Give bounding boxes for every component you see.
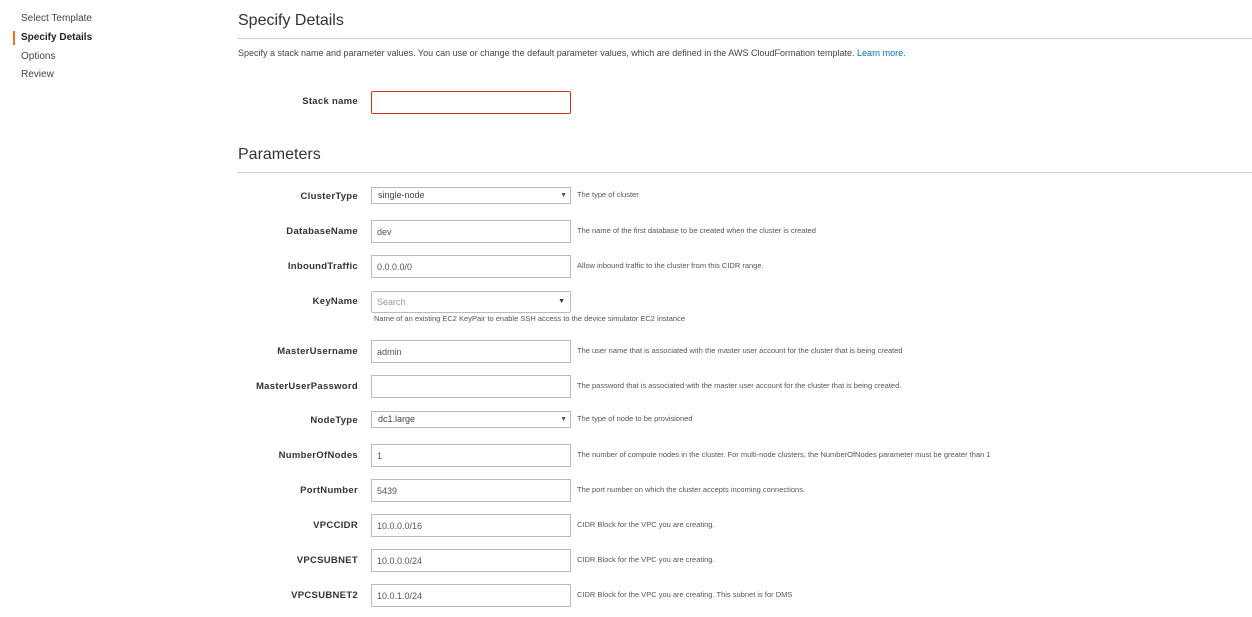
- learn-more-link[interactable]: Learn more.: [857, 48, 906, 58]
- parameters-title: Parameters: [238, 146, 321, 163]
- port-number-field: [371, 479, 571, 502]
- vpc-subnet-label: VPCSUBNET: [296, 555, 358, 566]
- vpc-cidr-input[interactable]: [372, 515, 567, 536]
- key-name-select[interactable]: Search ▼: [371, 291, 571, 313]
- step-select-template[interactable]: Select Template: [21, 13, 92, 25]
- chevron-down-icon: ▼: [558, 298, 565, 305]
- key-name-label: KeyName: [312, 296, 358, 307]
- master-user-password-hint: The password that is associated with the…: [577, 381, 902, 390]
- cluster-type-value: single-node: [378, 190, 425, 200]
- vpc-subnet-input[interactable]: [372, 550, 567, 571]
- node-type-label: NodeType: [310, 415, 358, 426]
- node-type-value: dc1.large: [378, 414, 416, 424]
- stack-name-input[interactable]: [372, 92, 567, 113]
- node-type-select[interactable]: dc1.large ▼: [371, 411, 571, 428]
- number-of-nodes-label: NumberOfNodes: [278, 450, 358, 461]
- vpc-subnet2-hint: CIDR Block for the VPC you are creating.…: [577, 590, 793, 599]
- vpc-subnet-hint: CIDR Block for the VPC you are creating.: [577, 555, 715, 564]
- master-username-label: MasterUsername: [277, 346, 358, 357]
- vpc-cidr-label: VPCCIDR: [313, 520, 358, 531]
- intro-text: Specify a stack name and parameter value…: [238, 47, 906, 59]
- master-username-field: [371, 340, 571, 363]
- vpc-cidr-hint: CIDR Block for the VPC you are creating.: [577, 520, 715, 529]
- number-of-nodes-input[interactable]: [372, 445, 567, 466]
- port-number-hint: The port number on which the cluster acc…: [577, 485, 806, 494]
- inbound-traffic-label: InboundTraffic: [287, 261, 358, 272]
- cluster-type-hint: The type of cluster: [577, 190, 639, 199]
- number-of-nodes-hint: The number of compute nodes in the clust…: [577, 450, 991, 459]
- chevron-down-icon: ▼: [560, 416, 567, 423]
- active-step-indicator: [13, 31, 15, 45]
- vpc-subnet2-input[interactable]: [372, 585, 567, 606]
- step-options[interactable]: Options: [21, 51, 55, 63]
- node-type-hint: The type of node to be provisioned: [577, 414, 693, 423]
- page-title: Specify Details: [238, 12, 344, 29]
- intro-description: Specify a stack name and parameter value…: [238, 48, 855, 58]
- step-review[interactable]: Review: [21, 69, 54, 81]
- number-of-nodes-field: [371, 444, 571, 467]
- stack-name-label: Stack name: [302, 96, 358, 107]
- cluster-type-label: ClusterType: [300, 191, 358, 202]
- master-user-password-input[interactable]: [372, 376, 567, 397]
- parameters-divider: [238, 172, 1252, 173]
- database-name-label: DatabaseName: [286, 226, 358, 237]
- step-specify-details[interactable]: Specify Details: [21, 32, 92, 44]
- vpc-subnet2-label: VPCSUBNET2: [291, 590, 358, 601]
- master-username-hint: The user name that is associated with th…: [577, 346, 903, 355]
- vpc-subnet-field: [371, 549, 571, 572]
- master-user-password-field: [371, 375, 571, 398]
- inbound-traffic-input[interactable]: [372, 256, 567, 277]
- inbound-traffic-hint: Allow inbound traffic to the cluster fro…: [577, 261, 764, 270]
- chevron-down-icon: ▼: [560, 192, 567, 199]
- key-name-hint: Name of an existing EC2 KeyPair to enabl…: [374, 314, 685, 323]
- master-username-input[interactable]: [372, 341, 567, 362]
- inbound-traffic-field: [371, 255, 571, 278]
- cluster-type-select[interactable]: single-node ▼: [371, 187, 571, 204]
- vpc-cidr-field: [371, 514, 571, 537]
- database-name-input[interactable]: [372, 221, 567, 242]
- master-user-password-label: MasterUserPassword: [255, 381, 358, 392]
- port-number-input[interactable]: [372, 480, 567, 501]
- key-name-placeholder: Search: [377, 297, 406, 307]
- title-divider: [238, 38, 1252, 39]
- vpc-subnet2-field: [371, 584, 571, 607]
- stack-name-field: [371, 91, 571, 114]
- database-name-hint: The name of the first database to be cre…: [577, 226, 816, 235]
- port-number-label: PortNumber: [300, 485, 358, 496]
- database-name-field: [371, 220, 571, 243]
